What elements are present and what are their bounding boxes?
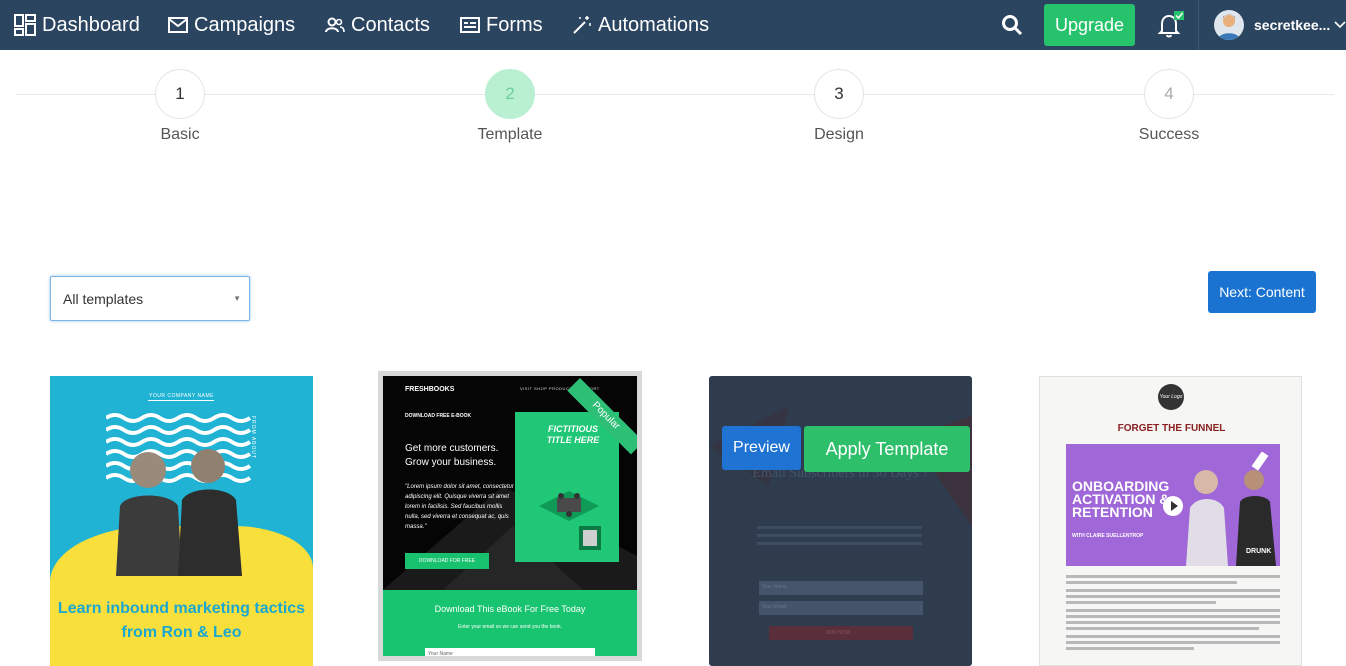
template-card-freshbooks[interactable]: FRESHBOOKS VISIT SHOP PRODUCTS SUPPORT D… — [378, 371, 642, 661]
mail-icon — [168, 17, 188, 33]
feature-title: FICTITIOUS TITLE HERE — [546, 424, 600, 445]
freshbooks-logo: FRESHBOOKS — [405, 386, 455, 393]
signup-title: Download This eBook For Free Today — [434, 604, 586, 614]
template-filter-select[interactable]: All templates ▼ — [50, 276, 250, 321]
user-menu[interactable]: secretkee... — [1214, 9, 1346, 41]
join-now-button: JOIN NOW → — [769, 626, 913, 640]
name-field: Your Name — [425, 648, 595, 656]
nav-automations-label: Automations — [598, 13, 710, 36]
step-number: 1 — [155, 69, 205, 119]
email-field: Your Email — [759, 601, 923, 615]
template-quote: "Lorem ipsum dolor sit amet, consectetur… — [405, 484, 514, 530]
faded-background-graphic — [709, 406, 972, 526]
step-label: Basic — [160, 126, 200, 143]
notification-bell-icon[interactable] — [1155, 10, 1185, 40]
nav-automations[interactable]: Automations — [572, 0, 709, 50]
step-design[interactable]: 3 Design — [759, 69, 919, 144]
step-label: Success — [1138, 126, 1200, 143]
step-success[interactable]: 4 Success — [1089, 69, 1249, 144]
template-title: FORGET THE FUNNEL — [1117, 423, 1226, 434]
step-basic[interactable]: 1 Basic — [100, 69, 260, 144]
template-download-button: DOWNLOAD FOR FREE — [405, 553, 489, 569]
signup-subtitle: Enter your email so we can send you the … — [458, 624, 562, 630]
next-content-button[interactable]: Next: Content — [1208, 271, 1316, 313]
template-headline: Get more customers. Grow your business. — [405, 443, 499, 468]
nav-contacts-label: Contacts — [351, 13, 430, 36]
caret-down-icon: ▼ — [233, 294, 241, 303]
template-card-onboarding[interactable]: Your Logo FORGET THE FUNNEL ONBOARDING A… — [1039, 376, 1302, 666]
template-body-text — [1066, 575, 1280, 653]
magic-wand-icon — [573, 16, 591, 34]
step-label: Design — [814, 126, 864, 143]
divider-line — [148, 400, 214, 401]
avatar — [1214, 10, 1244, 40]
hosts-photo — [116, 449, 242, 576]
nav-dashboard[interactable]: Dashboard — [14, 0, 140, 50]
nav-forms[interactable]: Forms — [460, 0, 543, 50]
nav-divider — [1198, 0, 1199, 50]
forms-icon — [460, 17, 480, 33]
step-template[interactable]: 2 Template — [430, 69, 590, 144]
step-number: 2 — [485, 69, 535, 119]
preview-button[interactable]: Preview — [722, 426, 801, 470]
dashboard-icon — [14, 14, 36, 36]
contacts-icon — [325, 17, 345, 33]
video-thumbnail: ONBOARDING ACTIVATION & RETENTION WITH C… — [1066, 444, 1280, 566]
template-filter-value: All templates — [63, 290, 144, 307]
top-navbar: Dashboard Campaigns Contacts Forms Autom… — [0, 0, 1346, 50]
template-signup-section: Download This eBook For Free Today Enter… — [383, 590, 637, 656]
search-icon[interactable] — [1001, 14, 1023, 36]
step-number: 4 — [1144, 69, 1194, 119]
nav-dashboard-label: Dashboard — [42, 13, 140, 36]
step-label: Template — [477, 126, 543, 143]
isometric-illustration — [539, 491, 601, 550]
upgrade-button[interactable]: Upgrade — [1044, 4, 1135, 46]
apply-template-button[interactable]: Apply Template — [804, 426, 970, 472]
name-field: Your Name — [759, 581, 923, 595]
nav-contacts[interactable]: Contacts — [325, 0, 430, 50]
nav-forms-label: Forms — [486, 13, 543, 36]
nav-campaigns[interactable]: Campaigns — [168, 0, 295, 50]
chevron-down-icon — [1334, 21, 1346, 29]
template-headline: Learn inbound marketing tactics from Ron… — [57, 600, 306, 641]
template-card-subscribers[interactable]: Email Subscribers in 30 Days ? Your Name… — [709, 376, 972, 666]
step-number: 3 — [814, 69, 864, 119]
template-body-text — [757, 526, 922, 554]
banner-subtitle: WITH CLAIRE SUELLENTROP — [1072, 533, 1144, 539]
nav-campaigns-label: Campaigns — [194, 13, 296, 36]
template-company-name: YOUR COMPANY NAME — [149, 393, 214, 399]
play-icon — [1163, 496, 1183, 516]
template-card-inbound[interactable]: YOUR COMPANY NAME FROM ABOUT Learn inbou… — [50, 376, 313, 666]
username-label: secretkee... — [1254, 17, 1331, 33]
template-label: DOWNLOAD FREE E-BOOK — [405, 413, 472, 419]
logo-placeholder: Your Logo — [1158, 384, 1184, 410]
brand-mark: DRUNK — [1246, 548, 1272, 555]
